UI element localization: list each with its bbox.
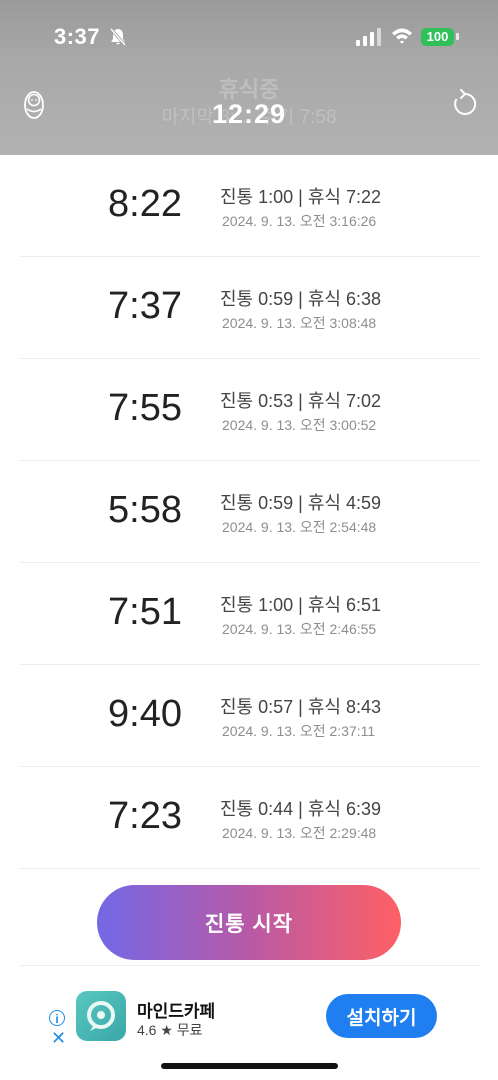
ad-info-icon[interactable]: i — [49, 1010, 65, 1026]
start-contraction-button[interactable]: 진통 시작 — [97, 885, 401, 960]
header: 3:37 100 휴식중 마지막 3:… 주기 7:58 12:29 — [0, 0, 498, 155]
interval-value: 7:51 — [108, 591, 182, 633]
wifi-icon — [392, 28, 412, 44]
list-item[interactable]: 7:55 진통 0:53 | 휴식 7:02 2024. 9. 13. 오전 3… — [20, 359, 480, 461]
signal-icon — [356, 28, 381, 46]
contraction-detail: 진통 0:59 | 휴식 6:38 — [220, 289, 381, 309]
contraction-detail: 진통 1:00 | 휴식 6:51 — [220, 595, 381, 615]
app-screen: 3:37 100 휴식중 마지막 3:… 주기 7:58 12:29 8:22 … — [0, 0, 498, 1080]
ad-close-icon[interactable]: ✕ — [51, 1028, 66, 1049]
interval-value: 7:23 — [108, 795, 182, 837]
rest-timer: 12:29 — [211, 99, 287, 129]
record-timestamp: 2024. 9. 13. 오전 2:29:48 — [222, 825, 377, 841]
refresh-icon[interactable] — [451, 88, 479, 118]
interval-value: 7:37 — [108, 285, 182, 327]
record-timestamp: 2024. 9. 13. 오전 3:08:48 — [222, 315, 377, 331]
app-icon[interactable] — [76, 991, 126, 1041]
list-item[interactable]: 5:58 진통 0:59 | 휴식 4:59 2024. 9. 13. 오전 2… — [20, 461, 480, 563]
app-logo-icon — [87, 1001, 115, 1031]
contraction-list: 8:22 진통 1:00 | 휴식 7:22 2024. 9. 13. 오전 3… — [20, 155, 480, 869]
home-indicator[interactable] — [161, 1063, 338, 1069]
ad-app-name[interactable]: 마인드카페 — [137, 997, 215, 1022]
interval-value: 7:55 — [108, 387, 182, 429]
install-button[interactable]: 설치하기 — [326, 994, 437, 1038]
battery-indicator: 100 — [421, 28, 454, 46]
interval-value: 5:58 — [108, 489, 182, 531]
list-item[interactable]: 8:22 진통 1:00 | 휴식 7:22 2024. 9. 13. 오전 3… — [20, 155, 480, 257]
battery-cap — [456, 33, 459, 40]
list-item[interactable]: 7:23 진통 0:44 | 휴식 6:39 2024. 9. 13. 오전 2… — [20, 767, 480, 869]
record-timestamp: 2024. 9. 13. 오전 3:16:26 — [222, 213, 377, 229]
ad-app-rating: 4.6 ★ 무료 — [137, 1022, 203, 1038]
record-timestamp: 2024. 9. 13. 오전 2:46:55 — [222, 621, 377, 637]
status-bar: 3:37 100 — [0, 0, 498, 72]
record-timestamp: 2024. 9. 13. 오전 2:37:11 — [222, 723, 376, 739]
list-item[interactable]: 7:37 진통 0:59 | 휴식 6:38 2024. 9. 13. 오전 3… — [20, 257, 480, 359]
record-timestamp: 2024. 9. 13. 오전 2:54:48 — [222, 519, 377, 535]
status-time: 3:37 — [54, 24, 101, 49]
interval-value: 8:22 — [108, 183, 182, 225]
contraction-detail: 진통 0:59 | 휴식 4:59 — [220, 493, 381, 513]
bell-off-icon — [109, 28, 127, 46]
interval-value: 9:40 — [108, 693, 182, 735]
list-item[interactable]: 9:40 진통 0:57 | 휴식 8:43 2024. 9. 13. 오전 2… — [20, 665, 480, 767]
contraction-detail: 진통 1:00 | 휴식 7:22 — [220, 187, 381, 207]
list-item[interactable]: 7:51 진통 1:00 | 휴식 6:51 2024. 9. 13. 오전 2… — [20, 563, 480, 665]
contraction-detail: 진통 0:57 | 휴식 8:43 — [220, 697, 381, 717]
record-timestamp: 2024. 9. 13. 오전 3:00:52 — [222, 417, 377, 433]
contraction-detail: 진통 0:44 | 휴식 6:39 — [220, 799, 381, 819]
contraction-detail: 진통 0:53 | 휴식 7:02 — [220, 391, 381, 411]
